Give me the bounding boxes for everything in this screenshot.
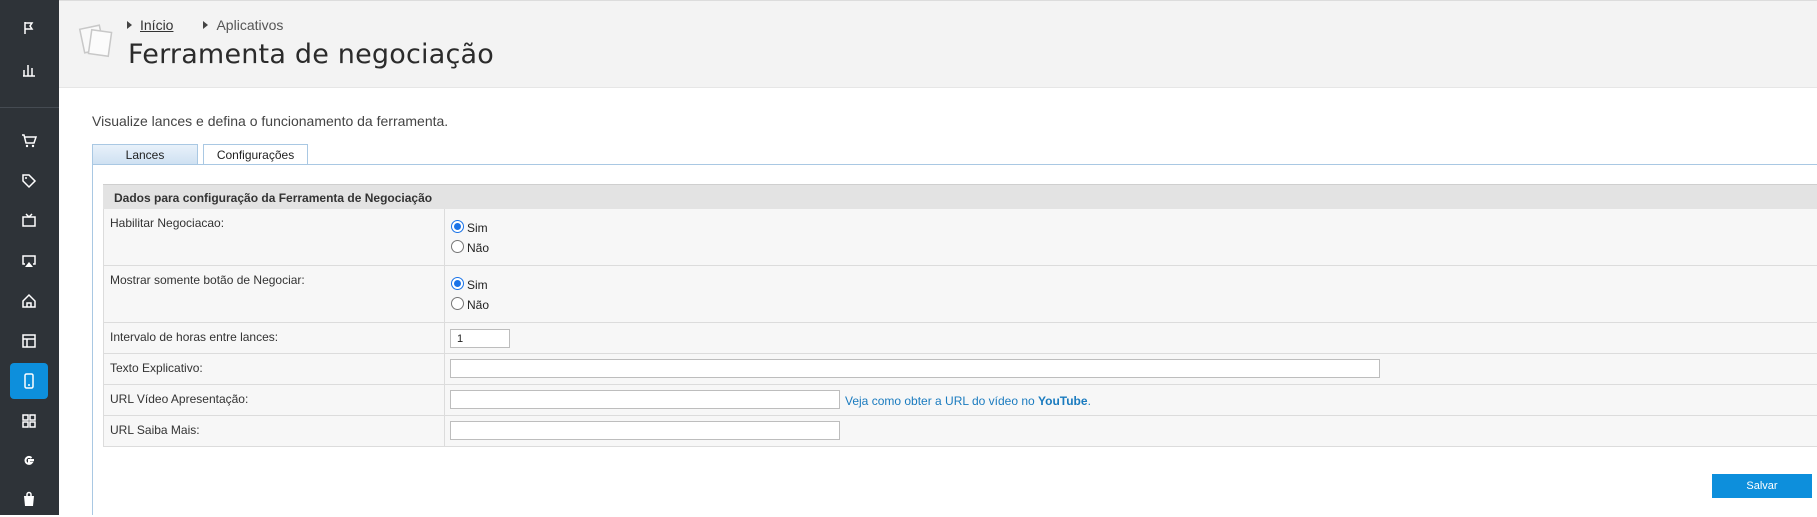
form-row-url-video: URL Vídeo Apresentação: Veja como obter … <box>103 385 1817 416</box>
bag-icon[interactable] <box>10 481 48 517</box>
sidebar-divider <box>0 107 59 108</box>
google-icon[interactable] <box>10 443 48 479</box>
url-video-label: URL Vídeo Apresentação: <box>110 392 249 406</box>
layout-icon[interactable] <box>10 323 48 359</box>
form-row-texto: Texto Explicativo: <box>103 354 1817 385</box>
smartphone-icon[interactable] <box>10 363 48 399</box>
caret-right-icon <box>203 21 209 29</box>
tab-configuracoes[interactable]: Configurações <box>203 144 308 165</box>
mostrar-label: Mostrar somente botão de Negociar: <box>110 273 305 287</box>
save-button[interactable]: Salvar <box>1712 474 1812 498</box>
youtube-help-suffix: . <box>1087 394 1091 408</box>
sidebar <box>0 0 59 515</box>
page-title: Ferramenta de negociação <box>128 39 494 70</box>
mostrar-sim-radio[interactable] <box>451 276 464 290</box>
cart-icon[interactable] <box>10 123 48 159</box>
tv-icon[interactable] <box>10 203 48 239</box>
mostrar-nao-radio[interactable] <box>451 296 464 310</box>
url-saiba-label: URL Saiba Mais: <box>110 423 200 437</box>
youtube-help-link[interactable]: Veja como obter a URL do vídeo no YouTub… <box>845 394 1091 408</box>
breadcrumb: Início Aplicativos <box>127 17 313 33</box>
caret-right-icon <box>127 21 132 29</box>
mostrar-sim-label: Sim <box>467 278 488 292</box>
url-video-input[interactable] <box>450 390 840 409</box>
form-row-mostrar: Mostrar somente botão de Negociar: Sim N… <box>103 266 1817 323</box>
section-title: Dados para configuração da Ferramenta de… <box>103 184 1817 209</box>
mostrar-nao-label: Não <box>467 298 490 312</box>
home-icon[interactable] <box>10 283 48 319</box>
settings-form: Habilitar Negociacao: Sim Não Mostrar so… <box>103 209 1817 447</box>
tab-bar: Lances Configurações <box>92 144 313 165</box>
form-row-url-saiba: URL Saiba Mais: <box>103 416 1817 447</box>
grid-icon[interactable] <box>10 403 48 439</box>
page-description: Visualize lances e defina o funcionament… <box>92 113 449 129</box>
habilitar-sim-label: Sim <box>467 221 488 235</box>
tag-icon[interactable] <box>10 163 48 199</box>
breadcrumb-current: Aplicativos <box>216 17 284 33</box>
habilitar-nao-radio[interactable] <box>451 239 464 253</box>
flag-icon[interactable] <box>10 10 48 46</box>
form-row-habilitar: Habilitar Negociacao: Sim Não <box>103 209 1817 266</box>
bar-chart-icon[interactable] <box>10 52 48 88</box>
habilitar-sim-radio[interactable] <box>451 219 464 233</box>
app-pages-icon <box>78 21 116 59</box>
habilitar-nao-label: Não <box>467 241 490 255</box>
form-row-intervalo: Intervalo de horas entre lances: <box>103 323 1817 354</box>
breadcrumb-home-link[interactable]: Início <box>140 17 173 33</box>
url-saiba-input[interactable] <box>450 421 840 440</box>
tab-lances[interactable]: Lances <box>92 144 198 164</box>
youtube-brand: YouTube <box>1038 394 1088 408</box>
texto-label: Texto Explicativo: <box>110 361 203 375</box>
intervalo-label: Intervalo de horas entre lances: <box>110 330 279 344</box>
intervalo-input[interactable] <box>450 329 510 348</box>
habilitar-label: Habilitar Negociacao: <box>110 216 225 230</box>
texto-explicativo-input[interactable] <box>450 359 1380 378</box>
page-header: Início Aplicativos Ferramenta de negocia… <box>59 0 1817 88</box>
airplay-icon[interactable] <box>10 243 48 279</box>
youtube-help-text: Veja como obter a URL do vídeo no <box>845 394 1039 408</box>
